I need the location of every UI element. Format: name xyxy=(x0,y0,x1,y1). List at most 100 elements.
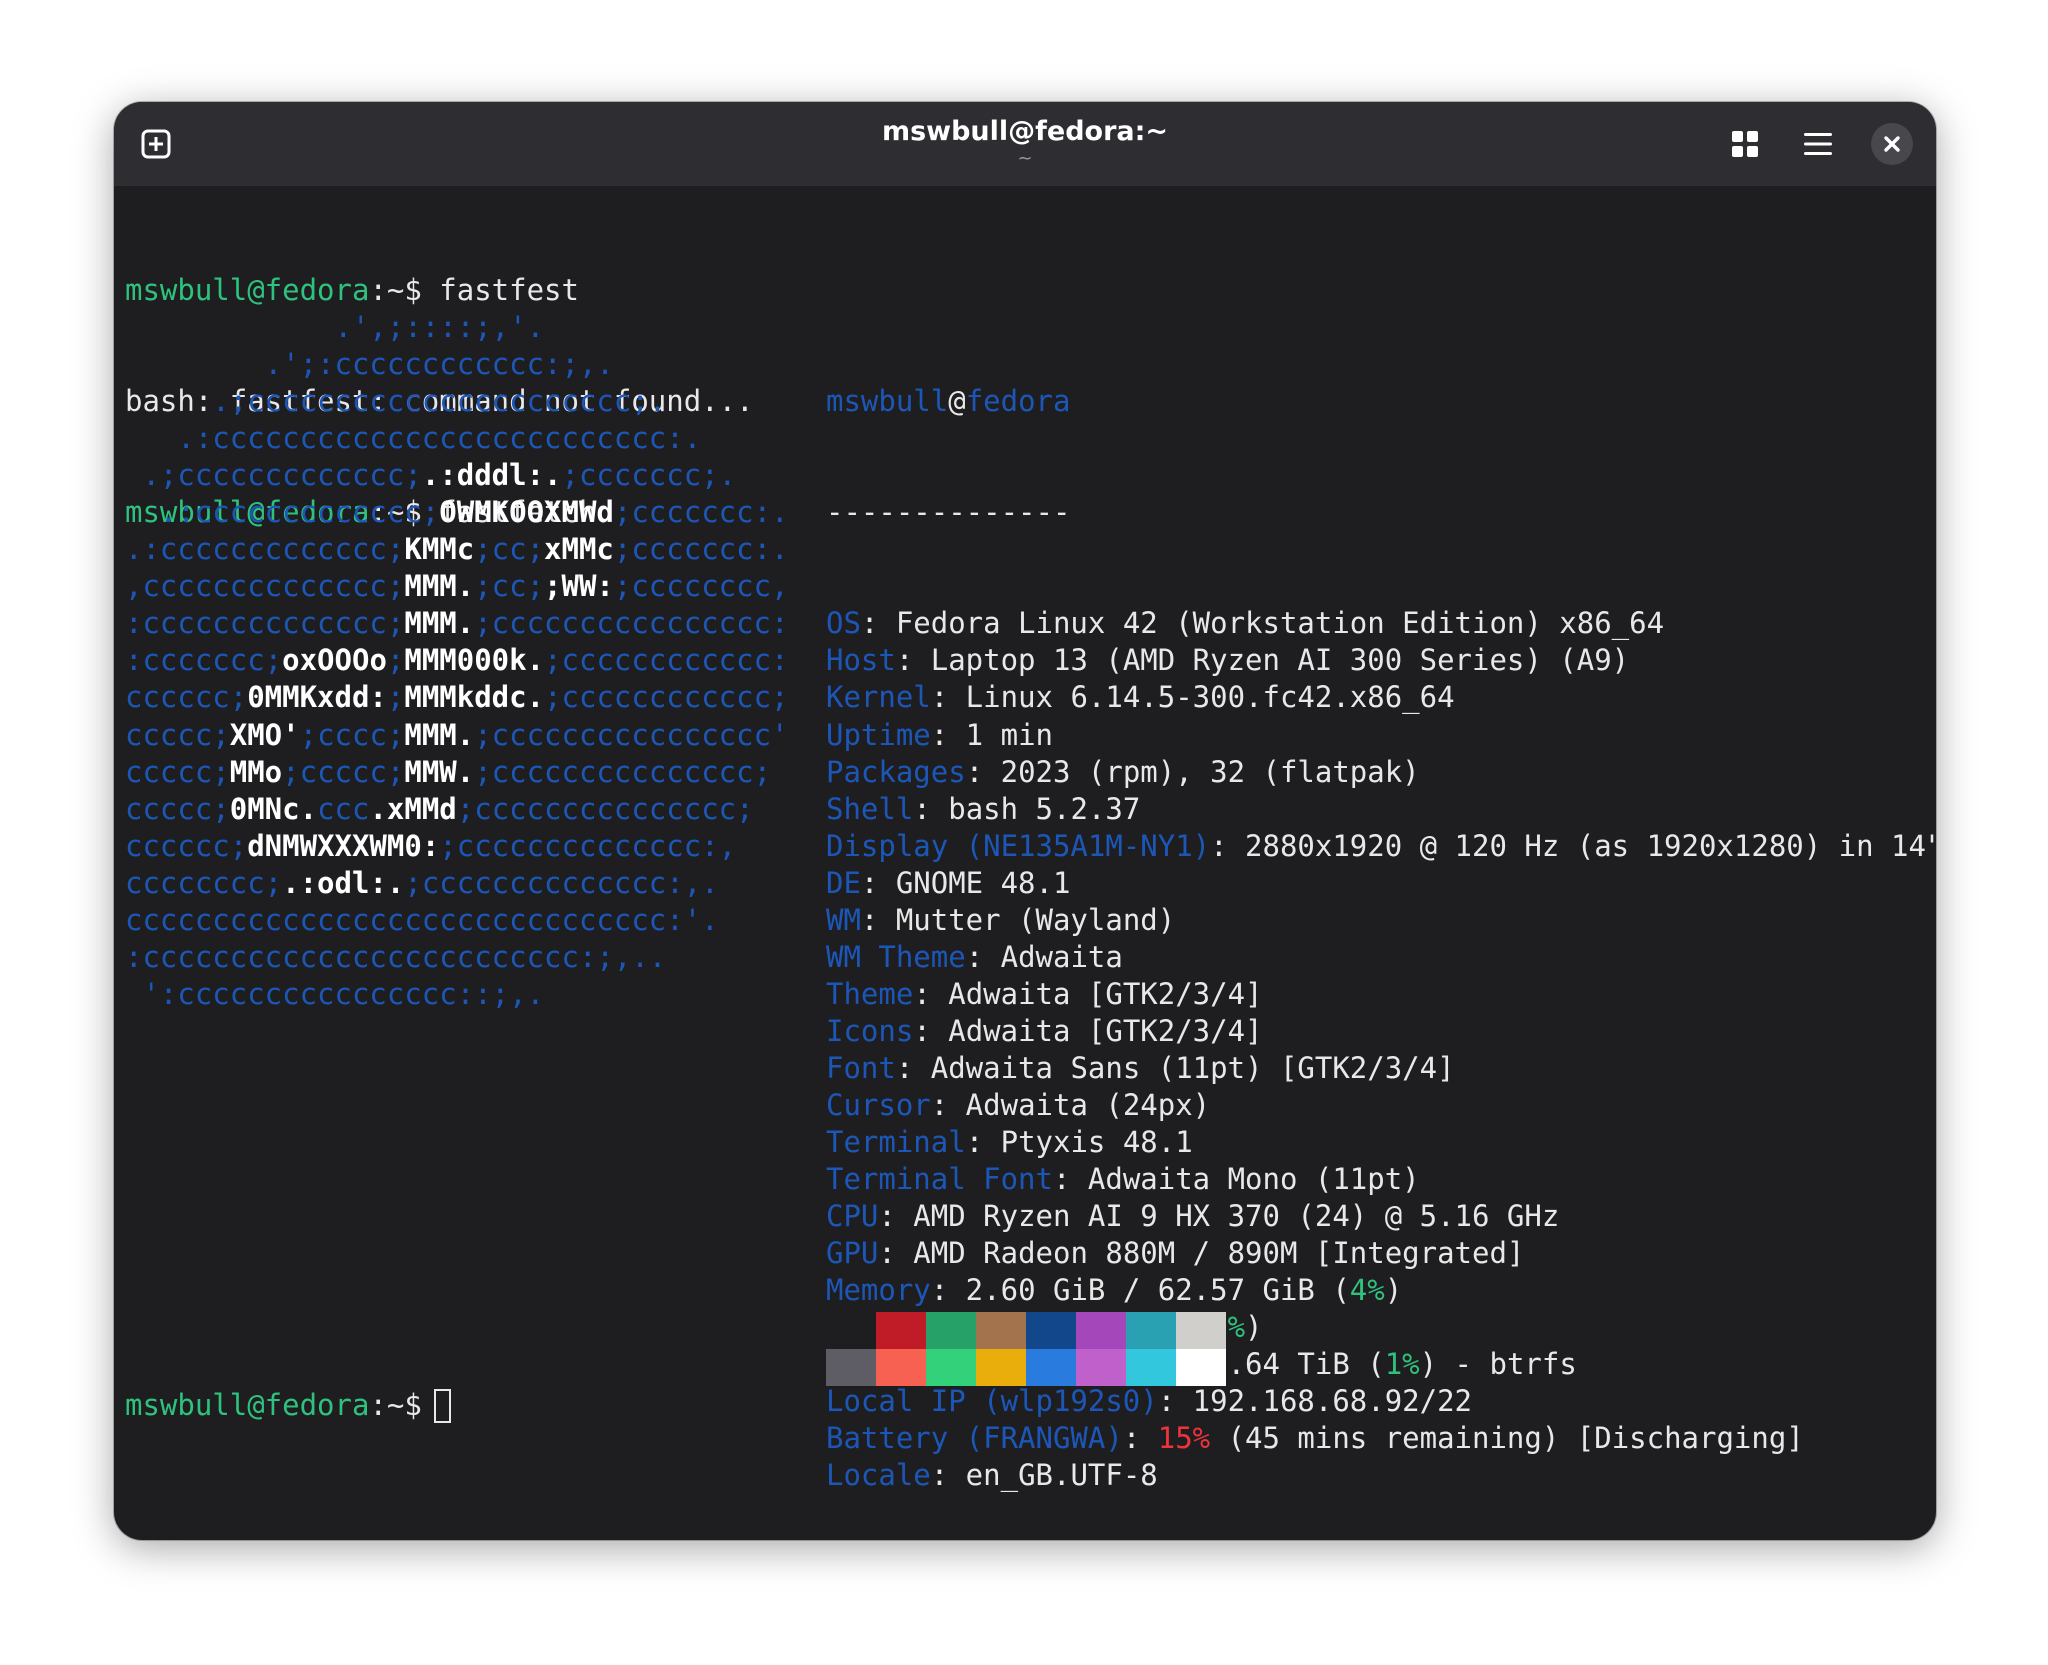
info-row: Shell: bash 5.2.37 xyxy=(826,791,1936,828)
logo-segment: ccccc; xyxy=(125,717,230,752)
info-value: : 2880x1920 @ 120 Hz (as 1920x1280) in 1… xyxy=(1210,828,1936,863)
info-row: Packages: 2023 (rpm), 32 (flatpak) xyxy=(826,754,1936,791)
palette-swatch xyxy=(976,1312,1026,1349)
info-key: Host xyxy=(826,643,896,678)
info-value: : Fedora Linux 42 (Workstation Edition) … xyxy=(860,606,1665,641)
info-row: Terminal: Ptyxis 48.1 xyxy=(826,1124,1936,1161)
logo-segment: ;cc; xyxy=(474,569,545,604)
info-row: Memory: 2.60 GiB / 62.57 GiB (4%) xyxy=(826,1272,1936,1309)
palette-swatch xyxy=(876,1312,926,1349)
info-value: : GNOME 48.1 xyxy=(860,865,1071,900)
logo-segment: ;cccccccccccccccc: xyxy=(474,606,789,641)
logo-segment: .:ccccccccccccc; xyxy=(125,532,405,567)
window-title: mswbull@fedora:~ xyxy=(881,116,1169,147)
logo-segment: cccccc; xyxy=(125,828,248,863)
logo-segment: ;cccccccccccccccc' xyxy=(474,717,789,752)
logo-line: cccccc;0MMKxdd:;MMMkddc.;cccccccccccc; xyxy=(125,679,789,716)
logo-segment: MMMkddc. xyxy=(404,680,545,715)
logo-segment: ;cccccccccccc: xyxy=(544,643,789,678)
info-value: ) xyxy=(1384,1273,1403,1308)
palette-swatch xyxy=(1026,1349,1076,1386)
info-value: ) xyxy=(1245,1310,1263,1345)
logo-segment: ;cccccccccccccc:, xyxy=(439,828,737,863)
logo-segment: ;ccccc; xyxy=(282,754,405,789)
info-at: @ xyxy=(948,384,966,419)
info-value: : Adwaita Sans (11pt) [GTK2/3/4] xyxy=(895,1050,1455,1085)
logo-segment: OWMKOOXMWd xyxy=(439,495,614,530)
logo-segment: ;ccccccc:. xyxy=(613,532,789,567)
logo-segment: MMM. xyxy=(404,717,475,752)
palette-swatch xyxy=(876,1349,926,1386)
logo-segment: ;WW: xyxy=(544,569,614,604)
info-key: DE xyxy=(826,865,861,900)
info-row: Display (NE135A1M-NY1): 2880x1920 @ 120 … xyxy=(826,828,1936,865)
prompt-user: mswbull@fedora xyxy=(125,1388,370,1422)
logo-segment: ccc xyxy=(317,791,370,826)
info-value: : Laptop 13 (AMD Ryzen AI 300 Series) (A… xyxy=(895,643,1630,678)
info-value: : AMD Ryzen AI 9 HX 370 (24) @ 5.16 GHz xyxy=(878,1199,1560,1234)
palette-swatch xyxy=(1076,1349,1126,1386)
info-value: : Adwaita xyxy=(965,939,1123,974)
info-key: Icons xyxy=(826,1013,914,1048)
info-value: : en_GB.UTF-8 xyxy=(930,1458,1158,1493)
logo-segment: .:ccccccccccccc; xyxy=(125,495,440,530)
info-row: Icons: Adwaita [GTK2/3/4] xyxy=(826,1013,1936,1050)
palette-swatch xyxy=(826,1349,876,1386)
info-value: : xyxy=(1122,1421,1158,1456)
info-row: Local IP (wlp192s0): 192.168.68.92/22 xyxy=(826,1383,1936,1420)
grid-icon xyxy=(1732,131,1758,157)
logo-segment: ;ccccccccccccccc; xyxy=(474,754,772,789)
info-key: Packages xyxy=(826,754,966,789)
logo-line: :cccccccccccccc;MMM.;cccccccccccccccc: xyxy=(125,605,789,642)
tab-overview-button[interactable] xyxy=(1723,122,1767,166)
text-cursor xyxy=(433,1389,451,1423)
logo-line: :ccccccccccccccccccccccccc:;,.. xyxy=(125,939,789,976)
info-row: Theme: Adwaita [GTK2/3/4] xyxy=(826,976,1936,1013)
logo-line: cccccc;dNMWXXXWM0:;cccccccccccccc:, xyxy=(125,828,789,865)
palette-swatch xyxy=(976,1349,1026,1386)
logo-line: ccccccccccccccccccccccccccccccc:'. xyxy=(125,902,789,939)
info-separator: -------------- xyxy=(826,495,1071,530)
logo-line: cccccccc;.:odl:.;cccccccccccccc:,. xyxy=(125,865,789,902)
logo-segment: XMO' xyxy=(229,717,300,752)
logo-segment: ccccccccccccccccccccccccccccccc:'. xyxy=(125,902,719,937)
logo-line: ccccc;MMo;ccccc;MMW.;ccccccccccccccc; xyxy=(125,754,789,791)
logo-segment: .;ccccccccccccc; xyxy=(125,458,422,493)
logo-line: .:cccccccccccccccccccccccccc:. xyxy=(125,420,789,457)
logo-line: .',;::::;,'. xyxy=(125,309,789,346)
close-button[interactable] xyxy=(1870,122,1914,166)
hamburger-menu-icon xyxy=(1804,133,1832,155)
info-key: Font xyxy=(826,1050,896,1085)
palette-swatch xyxy=(1076,1312,1126,1349)
palette-swatch xyxy=(926,1349,976,1386)
info-row: Locale: en_GB.UTF-8 xyxy=(826,1457,1936,1494)
info-value: : 2023 (rpm), 32 (flatpak) xyxy=(965,754,1420,789)
logo-segment: .;cccccccccccccccccccccc;. xyxy=(125,384,667,419)
logo-segment: ;cccccccccccccc:,. xyxy=(404,865,719,900)
info-value: ) - btrfs xyxy=(1419,1347,1577,1382)
info-row: Terminal Font: Adwaita Mono (11pt) xyxy=(826,1161,1936,1198)
active-prompt-line[interactable]: mswbull@fedora:~$ xyxy=(125,1387,451,1424)
logo-line: .:ccccccccccccc;OWMKOOXMWd;ccccccc:. xyxy=(125,494,789,531)
info-key: Kernel xyxy=(826,680,931,715)
logo-line: .';:cccccccccccc:;,. xyxy=(125,346,789,383)
info-row: Battery (FRANGWA): 15% (45 mins remainin… xyxy=(826,1420,1936,1457)
info-key: Shell xyxy=(826,791,914,826)
info-row: Cursor: Adwaita (24px) xyxy=(826,1087,1936,1124)
logo-segment: ;cccccccccccc; xyxy=(544,680,789,715)
info-key: Memory xyxy=(826,1273,931,1308)
logo-line: .:ccccccccccccc;KMMc;cc;xMMc;ccccccc:. xyxy=(125,531,789,568)
main-menu-button[interactable] xyxy=(1796,122,1840,166)
logo-line: .;ccccccccccccc;.:dddl:.;ccccccc;. xyxy=(125,457,789,494)
logo-segment: ; xyxy=(386,643,405,678)
fedora-ascii-logo: .',;::::;,'. .';:cccccccccccc:;,. .;cccc… xyxy=(125,309,789,1013)
logo-line: :ccccccc;oxOOOo;MMM000k.;cccccccccccc: xyxy=(125,642,789,679)
logo-line: ,cccccccccccccc;MMM.;cc;;WW:;cccccccc, xyxy=(125,568,789,605)
logo-segment: ;ccccccc;. xyxy=(561,458,737,493)
logo-segment: oxOOOo xyxy=(282,643,387,678)
logo-segment: ;cccc; xyxy=(299,717,405,752)
logo-segment: .';:cccccccccccc:;,. xyxy=(125,347,614,382)
info-row: Font: Adwaita Sans (11pt) [GTK2/3/4] xyxy=(826,1050,1936,1087)
prompt-suffix: :~$ xyxy=(369,273,422,308)
header-bar: mswbull@fedora:~ ~ xyxy=(114,102,1936,186)
